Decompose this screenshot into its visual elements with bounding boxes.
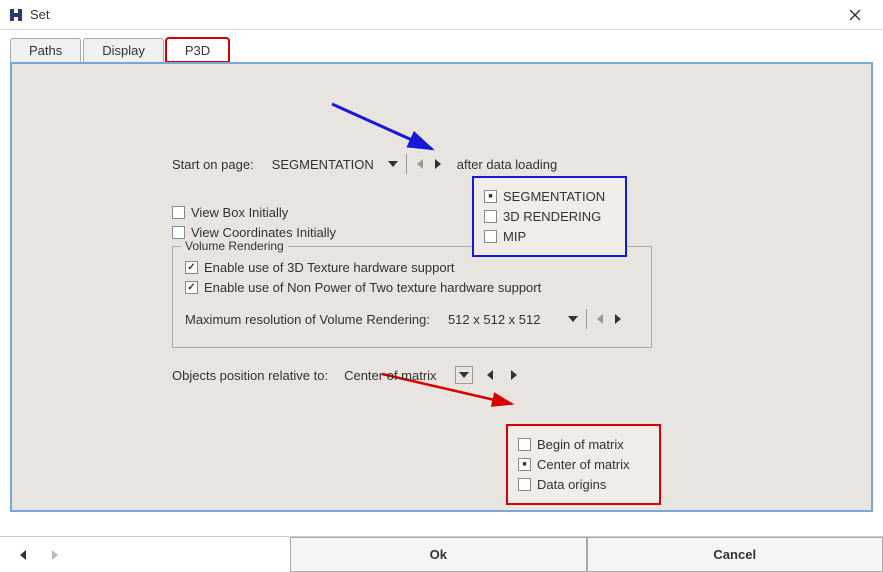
window-title: Set [30, 7, 835, 22]
settings-panel: Start on page: SEGMENTATION after data l… [10, 62, 873, 512]
start-on-page-next-button[interactable] [429, 155, 447, 173]
dropdown-option-origins[interactable]: Data origins [518, 477, 649, 492]
app-icon [8, 7, 24, 23]
volume-rendering-fieldset: Volume Rendering Enable use of 3D Textur… [172, 246, 652, 348]
close-icon [849, 9, 861, 21]
view-box-label: View Box Initially [191, 205, 288, 220]
option-checkbox[interactable] [484, 210, 497, 223]
dropdown-option-center[interactable]: Center of matrix [518, 457, 649, 472]
view-coords-label: View Coordinates Initially [191, 225, 336, 240]
view-coords-checkbox[interactable] [172, 226, 185, 239]
start-on-page-row: Start on page: SEGMENTATION after data l… [172, 154, 652, 174]
chevron-left-icon [417, 159, 423, 169]
max-res-prev-button[interactable] [591, 310, 609, 328]
titlebar: Set [0, 0, 883, 30]
page-next-button[interactable] [46, 546, 64, 564]
objects-position-prev-button[interactable] [481, 366, 499, 384]
objects-position-dropdown: Begin of matrix Center of matrix Data or… [506, 424, 661, 505]
chevron-down-icon [388, 161, 398, 167]
option-label: SEGMENTATION [503, 189, 605, 204]
option-checkbox[interactable] [518, 478, 531, 491]
option-checkbox[interactable] [484, 230, 497, 243]
start-on-page-dropdown: SEGMENTATION 3D RENDERING MIP [472, 176, 627, 257]
dropdown-option-3drendering[interactable]: 3D RENDERING [484, 209, 615, 224]
bottom-nav [0, 537, 290, 572]
tabs-row: Paths Display P3D [0, 30, 883, 62]
option-checkbox[interactable] [484, 190, 497, 203]
start-on-page-suffix: after data loading [457, 157, 557, 172]
ok-button[interactable]: Ok [290, 537, 587, 572]
max-res-dropdown-button[interactable] [564, 310, 582, 328]
start-on-page-value: SEGMENTATION [272, 157, 374, 172]
tab-p3d[interactable]: P3D [166, 38, 229, 62]
option-checkbox[interactable] [518, 438, 531, 451]
max-res-value: 512 x 512 x 512 [448, 312, 541, 327]
chevron-right-icon [52, 550, 58, 560]
start-on-page-label: Start on page: [172, 157, 254, 172]
chevron-left-icon [487, 370, 493, 380]
option-label: Begin of matrix [537, 437, 624, 452]
objects-position-label: Objects position relative to: [172, 368, 328, 383]
enable-3d-texture-row: Enable use of 3D Texture hardware suppor… [185, 260, 639, 275]
chevron-down-icon [459, 372, 469, 378]
dropdown-option-mip[interactable]: MIP [484, 229, 615, 244]
option-label: MIP [503, 229, 526, 244]
objects-position-dropdown-button[interactable] [455, 366, 473, 384]
objects-position-next-button[interactable] [505, 366, 523, 384]
option-label: 3D RENDERING [503, 209, 601, 224]
chevron-right-icon [511, 370, 517, 380]
max-res-label: Maximum resolution of Volume Rendering: [185, 312, 430, 327]
volume-rendering-legend: Volume Rendering [181, 239, 288, 253]
objects-position-value: Center of matrix [344, 368, 436, 383]
dropdown-option-begin[interactable]: Begin of matrix [518, 437, 649, 452]
start-on-page-prev-button[interactable] [411, 155, 429, 173]
max-res-next-button[interactable] [609, 310, 627, 328]
enable-3d-texture-checkbox[interactable] [185, 261, 198, 274]
cancel-button[interactable]: Cancel [587, 537, 883, 572]
close-button[interactable] [835, 1, 875, 29]
tab-paths[interactable]: Paths [10, 38, 81, 62]
enable-3d-texture-label: Enable use of 3D Texture hardware suppor… [204, 260, 455, 275]
dropdown-option-segmentation[interactable]: SEGMENTATION [484, 189, 615, 204]
enable-npot-label: Enable use of Non Power of Two texture h… [204, 280, 541, 295]
enable-npot-checkbox[interactable] [185, 281, 198, 294]
max-res-row: Maximum resolution of Volume Rendering: … [185, 309, 639, 329]
view-box-checkbox[interactable] [172, 206, 185, 219]
start-on-page-dropdown-button[interactable] [384, 155, 402, 173]
divider [406, 154, 407, 174]
tab-display[interactable]: Display [83, 38, 164, 62]
enable-npot-row: Enable use of Non Power of Two texture h… [185, 280, 639, 295]
option-checkbox[interactable] [518, 458, 531, 471]
page-prev-button[interactable] [14, 546, 32, 564]
option-label: Data origins [537, 477, 606, 492]
chevron-right-icon [615, 314, 621, 324]
chevron-left-icon [597, 314, 603, 324]
chevron-right-icon [435, 159, 441, 169]
chevron-down-icon [568, 316, 578, 322]
divider [586, 309, 587, 329]
chevron-left-icon [20, 550, 26, 560]
bottom-bar: Ok Cancel [0, 536, 883, 572]
objects-position-row: Objects position relative to: Center of … [172, 366, 652, 384]
option-label: Center of matrix [537, 457, 629, 472]
